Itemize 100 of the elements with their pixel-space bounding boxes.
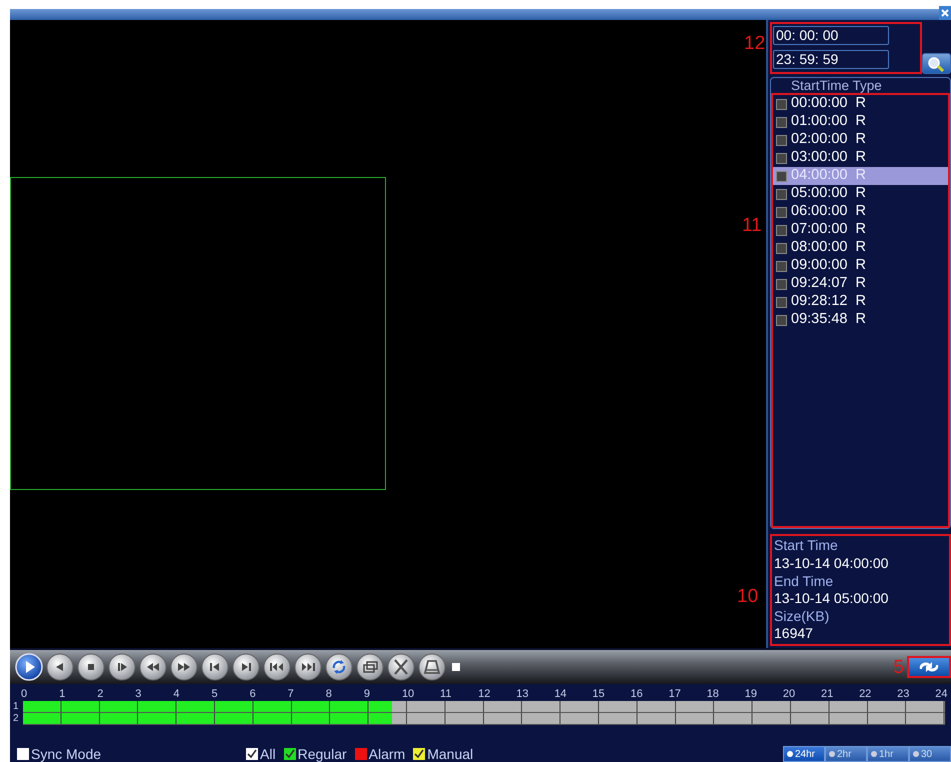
hour-label: 20 bbox=[782, 687, 796, 701]
file-type: R bbox=[855, 130, 866, 150]
callout-number: 10 bbox=[737, 587, 758, 606]
hour-label: 14 bbox=[554, 687, 568, 701]
file-time: 02:00:00 bbox=[791, 130, 848, 150]
checkbox[interactable] bbox=[776, 314, 787, 326]
window-button[interactable] bbox=[356, 653, 384, 681]
stop-button[interactable] bbox=[77, 653, 105, 681]
hour-label: 24 bbox=[935, 687, 948, 701]
callout-number: 11 bbox=[742, 216, 762, 235]
previous-file-button[interactable] bbox=[263, 653, 291, 681]
reverse-play-button[interactable] bbox=[46, 653, 74, 681]
checkbox[interactable] bbox=[776, 116, 787, 128]
search-button[interactable] bbox=[922, 53, 951, 74]
hour-label: 19 bbox=[744, 687, 758, 701]
play-button[interactable] bbox=[15, 653, 43, 681]
checkbox[interactable] bbox=[776, 152, 787, 164]
sync-mode-checkbox[interactable]: Sync Mode bbox=[17, 746, 102, 762]
timeline-track[interactable] bbox=[23, 701, 945, 713]
hour-label: 22 bbox=[859, 687, 872, 701]
filter-checkbox[interactable]: All bbox=[246, 746, 276, 762]
checkbox[interactable] bbox=[776, 278, 787, 290]
backup-button[interactable] bbox=[418, 653, 446, 681]
checkbox[interactable] bbox=[776, 134, 787, 146]
file-row[interactable]: 03:00:00 R bbox=[773, 149, 948, 167]
fast-forward-button[interactable] bbox=[170, 653, 198, 681]
info-label: Start Time bbox=[774, 537, 839, 556]
info-value: 13-10-14 05:00:00 bbox=[774, 590, 890, 608]
play-icon bbox=[15, 653, 43, 681]
file-row[interactable]: 01:00:00 R bbox=[773, 113, 948, 131]
rewind-button[interactable] bbox=[139, 653, 167, 681]
start-time-field[interactable]: 00: 00: 00 bbox=[773, 26, 889, 45]
zoom-button[interactable]: 24hr bbox=[783, 746, 825, 762]
file-row[interactable]: 09:28:12 R bbox=[773, 293, 948, 311]
hour-label: 23 bbox=[897, 687, 910, 701]
checkbox[interactable] bbox=[776, 98, 787, 110]
zoom-button[interactable]: 1hr bbox=[867, 746, 909, 762]
window-icon bbox=[356, 653, 384, 681]
hour-label: 2 bbox=[97, 687, 104, 701]
square-icon bbox=[452, 663, 460, 671]
callout-number: 12 bbox=[744, 34, 766, 53]
loop-button[interactable] bbox=[325, 653, 353, 681]
list-header: StartTime Type bbox=[790, 78, 883, 93]
checkbox[interactable] bbox=[776, 206, 787, 218]
file-time: 09:28:12 bbox=[791, 292, 848, 312]
end-time-field[interactable]: 23: 59: 59 bbox=[773, 50, 889, 69]
filter-checkbox[interactable]: Alarm bbox=[354, 746, 406, 762]
slow-play-button[interactable] bbox=[108, 653, 136, 681]
checkbox[interactable] bbox=[284, 748, 296, 760]
channel-label: 2 bbox=[13, 713, 20, 725]
info-label: End Time bbox=[774, 572, 834, 590]
file-row[interactable]: 06:00:00 R bbox=[773, 203, 948, 221]
loop-icon bbox=[325, 653, 353, 681]
file-type: R bbox=[855, 310, 866, 330]
checkbox[interactable] bbox=[246, 748, 258, 760]
checkbox[interactable] bbox=[354, 748, 367, 760]
file-type: R bbox=[855, 256, 866, 276]
checkbox[interactable] bbox=[776, 296, 787, 308]
previous-file-icon bbox=[263, 653, 291, 681]
file-row[interactable]: 00:00:00 R bbox=[773, 95, 948, 113]
checkbox[interactable] bbox=[776, 224, 787, 236]
filter-checkbox[interactable]: Manual bbox=[413, 746, 474, 762]
file-type: R bbox=[855, 184, 866, 204]
next-frame-button[interactable] bbox=[232, 653, 260, 681]
hour-label: 10 bbox=[402, 687, 416, 701]
file-time: 08:00:00 bbox=[791, 238, 848, 258]
file-row[interactable]: 09:24:07 R bbox=[773, 275, 948, 293]
file-type: R bbox=[855, 274, 866, 294]
filter-checkbox[interactable]: Regular bbox=[284, 746, 347, 762]
fast-forward-icon bbox=[170, 653, 198, 681]
hour-label: 13 bbox=[516, 687, 530, 701]
file-row[interactable]: 07:00:00 R bbox=[773, 221, 948, 239]
hour-label: 3 bbox=[135, 687, 142, 701]
file-type: R bbox=[855, 148, 866, 168]
timeline-track[interactable] bbox=[23, 713, 945, 725]
hour-label: 6 bbox=[250, 687, 257, 701]
close-button[interactable] bbox=[939, 6, 951, 20]
hour-label: 18 bbox=[706, 687, 720, 701]
switch-button[interactable] bbox=[907, 656, 951, 678]
backup-icon bbox=[418, 653, 446, 681]
checkbox[interactable] bbox=[413, 748, 426, 760]
file-type: R bbox=[855, 292, 866, 312]
next-file-button[interactable] bbox=[294, 653, 322, 681]
file-row[interactable]: 09:00:00 R bbox=[773, 257, 948, 275]
previous-frame-button[interactable] bbox=[201, 653, 229, 681]
channel-label: 1 bbox=[13, 701, 20, 713]
checkbox[interactable] bbox=[776, 170, 787, 182]
checkbox[interactable] bbox=[17, 748, 29, 760]
checkbox[interactable] bbox=[776, 242, 787, 254]
checkbox[interactable] bbox=[776, 260, 787, 272]
file-type: R bbox=[855, 202, 866, 222]
hour-label: 17 bbox=[668, 687, 682, 701]
file-row[interactable]: 05:00:00 R bbox=[773, 185, 948, 203]
file-row[interactable]: 02:00:00 R bbox=[773, 131, 948, 149]
checkbox[interactable] bbox=[776, 188, 787, 200]
previous-frame-icon bbox=[201, 653, 229, 681]
rewind-icon bbox=[139, 653, 167, 681]
file-row[interactable]: 09:35:48 R bbox=[773, 311, 948, 329]
hour-label: 7 bbox=[288, 687, 295, 701]
file-row[interactable]: 08:00:00 R bbox=[773, 239, 948, 257]
